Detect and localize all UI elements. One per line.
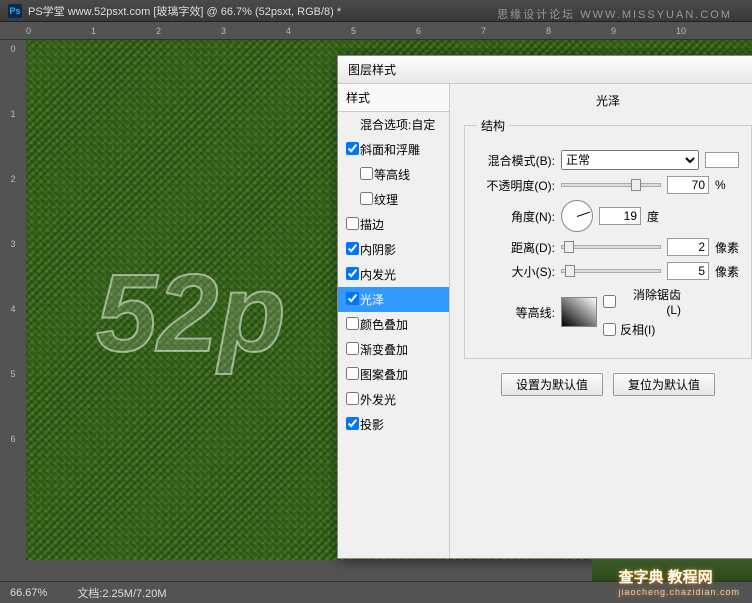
doc-size[interactable]: 文档:2.25M/7.20M [77, 585, 166, 601]
size-input[interactable] [667, 262, 709, 280]
angle-unit: 度 [647, 208, 671, 225]
watermark-bottom: 查字典 教程网 jiaocheng.chazidian.com [618, 566, 740, 597]
doc-title: PS学堂 www.52psxt.com [玻璃字效] @ 66.7% (52ps… [28, 3, 341, 19]
style-checkbox[interactable] [346, 267, 359, 280]
ps-icon: Ps [8, 4, 22, 18]
distance-unit: 像素 [715, 239, 739, 256]
layer-style-dialog: 图层样式 样式 混合选项:自定斜面和浮雕等高线纹理描边内阴影内发光光泽颜色叠加渐… [337, 55, 752, 559]
opacity-unit: % [715, 178, 739, 192]
style-item[interactable]: 等高线 [338, 162, 449, 187]
angle-label: 角度(N): [477, 208, 555, 225]
style-item[interactable]: 外发光 [338, 387, 449, 412]
make-default-button[interactable]: 设置为默认值 [501, 373, 603, 396]
contour-picker[interactable] [561, 297, 597, 327]
size-slider[interactable] [561, 269, 661, 273]
dialog-title[interactable]: 图层样式 [338, 56, 752, 84]
styles-list: 样式 混合选项:自定斜面和浮雕等高线纹理描边内阴影内发光光泽颜色叠加渐变叠加图案… [338, 84, 450, 558]
styles-header[interactable]: 样式 [338, 84, 449, 112]
ruler-horizontal[interactable]: 012345678910 [0, 22, 752, 40]
style-checkbox[interactable] [360, 167, 373, 180]
opacity-label: 不透明度(O): [477, 177, 555, 194]
opacity-input[interactable] [667, 176, 709, 194]
angle-dial[interactable] [561, 200, 593, 232]
group-legend: 结构 [477, 117, 509, 134]
invert-checkbox[interactable]: 反相(I) [603, 321, 681, 338]
glass-text: 52p [96, 250, 286, 377]
blend-mode-label: 混合模式(B): [477, 152, 555, 169]
color-swatch[interactable] [705, 152, 739, 168]
watermark-top: 思缘设计论坛 WWW.MISSYUAN.COM [497, 6, 732, 22]
style-item[interactable]: 颜色叠加 [338, 312, 449, 337]
style-checkbox[interactable] [346, 317, 359, 330]
style-item[interactable]: 渐变叠加 [338, 337, 449, 362]
style-checkbox[interactable] [346, 367, 359, 380]
angle-input[interactable] [599, 207, 641, 225]
style-checkbox[interactable] [346, 242, 359, 255]
style-checkbox[interactable] [346, 142, 359, 155]
settings-panel: 光泽 结构 混合模式(B): 正常 不透明度(O): % 角度(N): [450, 84, 752, 558]
distance-label: 距离(D): [477, 239, 555, 256]
antialias-checkbox[interactable]: 消除锯齿(L) [603, 286, 681, 317]
style-item[interactable]: 描边 [338, 212, 449, 237]
ruler-vertical[interactable]: 0123456 [0, 40, 26, 560]
style-checkbox[interactable] [346, 217, 359, 230]
style-item[interactable]: 内发光 [338, 262, 449, 287]
reset-default-button[interactable]: 复位为默认值 [613, 373, 715, 396]
style-item[interactable]: 光泽 [338, 287, 449, 312]
style-checkbox[interactable] [346, 342, 359, 355]
size-label: 大小(S): [477, 263, 555, 280]
structure-group: 结构 混合模式(B): 正常 不透明度(O): % 角度(N): 度 [464, 117, 752, 359]
zoom-level[interactable]: 66.67% [10, 587, 47, 599]
opacity-slider[interactable] [561, 183, 661, 187]
distance-slider[interactable] [561, 245, 661, 249]
style-checkbox[interactable] [346, 292, 359, 305]
style-item[interactable]: 纹理 [338, 187, 449, 212]
distance-input[interactable] [667, 238, 709, 256]
panel-title: 光泽 [464, 92, 752, 109]
style-item[interactable]: 内阴影 [338, 237, 449, 262]
style-checkbox[interactable] [346, 392, 359, 405]
style-checkbox[interactable] [360, 192, 373, 205]
style-item[interactable]: 投影 [338, 412, 449, 437]
style-item[interactable]: 图案叠加 [338, 362, 449, 387]
style-item[interactable]: 斜面和浮雕 [338, 137, 449, 162]
style-checkbox[interactable] [346, 417, 359, 430]
contour-label: 等高线: [477, 304, 555, 321]
size-unit: 像素 [715, 263, 739, 280]
blend-mode-select[interactable]: 正常 [561, 150, 699, 170]
style-item[interactable]: 混合选项:自定 [338, 112, 449, 137]
